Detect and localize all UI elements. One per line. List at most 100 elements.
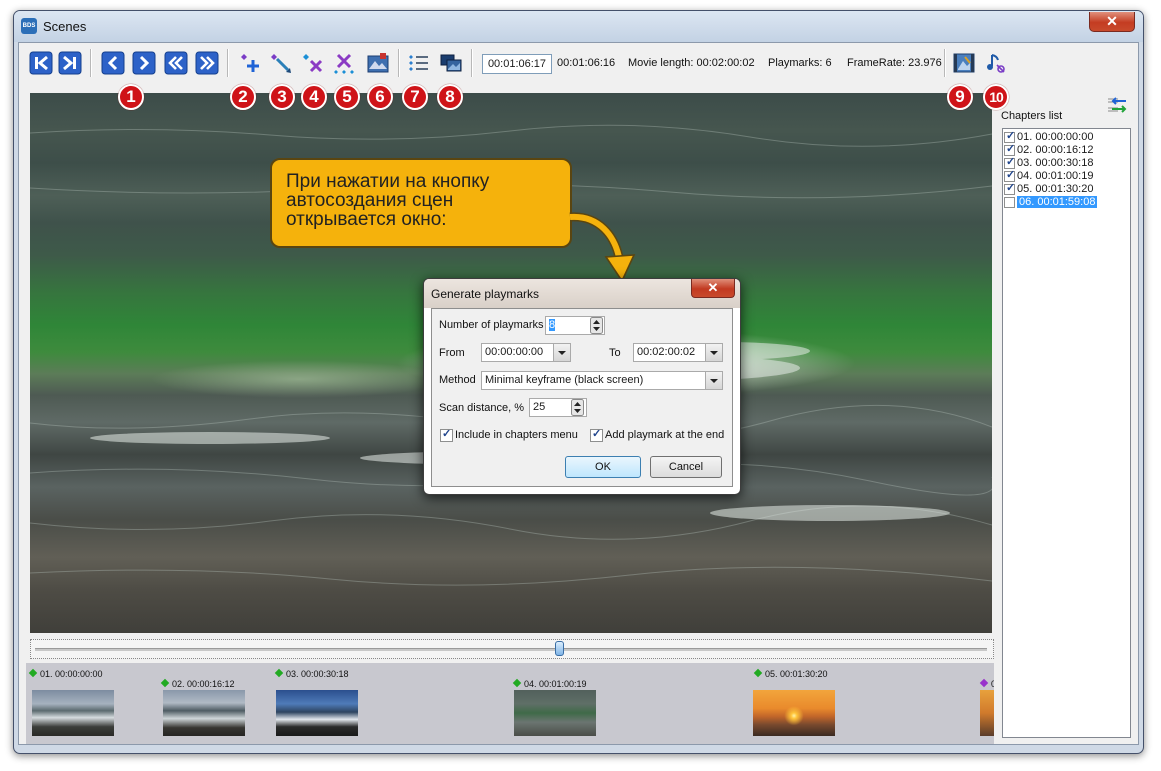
playmark-filmstrip: 01. 00:00:00:00 02. 00:00:16:12 03. 00:0… [26,663,994,744]
toolbar-separator [227,49,229,77]
annotation-badge-6: 6 [367,84,393,110]
window-close-button[interactable]: ✕ [1089,12,1135,32]
last-frame-icon[interactable] [58,51,82,75]
window-title: Scenes [43,19,87,34]
swap-chapters-icon[interactable] [1106,97,1128,113]
playmark-diamond-icon [979,678,989,688]
edit-playmark-icon[interactable] [269,51,293,75]
chapter-checkbox[interactable] [1004,156,1015,169]
prev-playmark-icon[interactable] [164,51,188,75]
annotation-badge-5: 5 [334,84,360,110]
film-settings-icon[interactable] [952,51,976,75]
playmark-diamond-icon [753,668,763,678]
auto-generate-playmarks-icon[interactable] [366,51,390,75]
chapter-item[interactable]: 02. 00:00:16:12 [1003,143,1130,157]
add-playmark-icon[interactable] [238,51,262,75]
next-playmark-icon[interactable] [195,51,219,75]
dialog-title-bar: Generate playmarks ✕ [424,279,740,308]
dialog-body: Number of playmarks 8 From 00:00:00:00 T… [431,308,733,487]
playmark-thumbnail-1[interactable] [32,690,114,736]
playmark-label-2: 02. 00:00:16:12 [160,678,235,689]
timecode-field[interactable]: 00:01:06:17 [482,54,552,74]
playmark-label-1: 01. 00:00:00:00 [28,668,103,679]
annotation-badge-1: 1 [118,84,144,110]
prev-frame-icon[interactable] [101,51,125,75]
playmark-thumbnail-2[interactable] [163,690,245,736]
annotation-badge-4: 4 [301,84,327,110]
playmark-label-6: 06 [979,678,994,689]
chapter-checkbox[interactable] [1004,182,1015,195]
chapter-item[interactable]: 04. 00:01:00:19 [1003,169,1130,183]
include-in-chapters-checkbox[interactable] [440,427,453,442]
delete-playmark-icon[interactable] [301,51,325,75]
chapter-checkbox[interactable] [1004,169,1015,182]
first-frame-icon[interactable] [29,51,53,75]
chapter-item[interactable]: 03. 00:00:30:18 [1003,156,1130,170]
dialog-close-button[interactable]: ✕ [691,279,735,298]
chapter-item[interactable]: 01. 00:00:00:00 [1003,130,1130,144]
annotation-badge-7: 7 [402,84,428,110]
chapters-panel: Chapters list 01. 00:00:00:00 02. 00:00:… [1000,93,1133,739]
from-label: From [439,347,465,359]
chapter-item-selected[interactable]: 06. 00:01:59:08 [1003,196,1130,209]
annotation-badge-10: 10 [983,84,1009,110]
chapters-list[interactable]: 01. 00:00:00:00 02. 00:00:16:12 03. 00:0… [1002,128,1131,738]
delete-all-playmarks-icon[interactable] [332,51,356,75]
chevron-down-icon[interactable] [553,344,570,361]
chevron-down-icon[interactable] [705,344,722,361]
seek-thumb[interactable] [555,641,564,656]
framerate-readout: FrameRate: 23.976 [847,57,942,69]
chapters-title: Chapters list [1001,110,1063,122]
playmark-label-3: 03. 00:00:30:18 [274,668,349,679]
position-readout: 00:01:06:16 [557,57,616,69]
ok-button[interactable]: OK [565,456,641,478]
chapter-checkbox[interactable] [1004,143,1015,156]
method-combo[interactable]: Minimal keyframe (black screen) [481,371,723,390]
title-bar: BDS Scenes ✕ [14,11,1143,42]
annotation-badge-8: 8 [437,84,463,110]
include-in-chapters-label: Include in chapters menu [455,429,578,441]
method-label: Method [439,374,476,386]
compare-frames-icon[interactable] [439,51,463,75]
seek-bar[interactable] [30,639,994,659]
add-playmark-end-checkbox[interactable] [590,427,603,442]
playmark-diamond-icon [28,668,38,678]
chevron-down-icon[interactable] [705,372,722,389]
chapter-list-icon[interactable] [407,51,431,75]
callout-arrow-icon [569,212,636,283]
scan-distance-label: Scan distance, % [439,402,524,414]
app-icon: BDS [21,18,37,34]
to-label: To [609,347,621,359]
number-spinner-icon[interactable] [590,317,603,334]
scan-spinner-icon[interactable] [571,399,584,416]
playmark-diamond-icon [274,668,284,678]
toolbar-separator [398,49,400,77]
playmark-diamond-icon [512,678,522,688]
number-of-playmarks-label: Number of playmarks [439,319,544,331]
audio-settings-icon[interactable] [984,51,1008,75]
add-playmark-end-label: Add playmark at the end [605,429,725,441]
chapter-checkbox[interactable] [1004,130,1015,143]
from-combo[interactable]: 00:00:00:00 [481,343,571,362]
chapter-item[interactable]: 05. 00:01:30:20 [1003,182,1130,196]
playmark-thumbnail-4[interactable] [514,690,596,736]
playmark-thumbnail-3[interactable] [276,690,358,736]
playmark-label-5: 05. 00:01:30:20 [753,668,828,679]
generate-playmarks-dialog: Generate playmarks ✕ Number of playmarks… [423,278,741,495]
toolbar-separator [90,49,92,77]
toolbar-separator [471,49,473,77]
callout-note: При нажатии на кнопку автосоздания сцен … [270,158,572,248]
playmark-thumbnail-6[interactable] [980,690,994,736]
to-combo[interactable]: 00:02:00:02 [633,343,723,362]
toolbar-separator [944,49,946,77]
next-frame-icon[interactable] [132,51,156,75]
playmark-diamond-icon [160,678,170,688]
seek-track [35,648,987,651]
cancel-button[interactable]: Cancel [650,456,722,478]
annotation-badge-9: 9 [947,84,973,110]
chapter-checkbox[interactable] [1004,197,1015,208]
annotation-badge-2: 2 [230,84,256,110]
movie-length-readout: Movie length: 00:02:00:02 [628,57,755,69]
annotation-badge-3: 3 [269,84,295,110]
playmark-thumbnail-5[interactable] [753,690,835,736]
